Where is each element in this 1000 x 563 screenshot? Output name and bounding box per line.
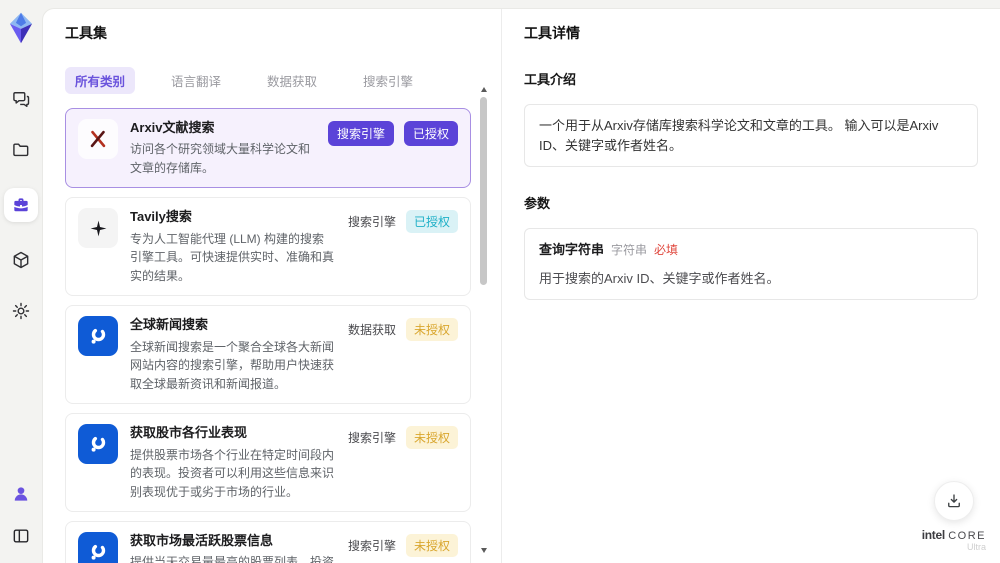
tool-desc: 全球新闻搜索是一个聚合全球各大新闻网站内容的搜索引擎，帮助用户快速获取全球最新资… (130, 339, 335, 391)
auth-badge: 未授权 (405, 534, 458, 558)
tavily-icon (78, 208, 118, 249)
tool-card[interactable]: 获取市场最活跃股票信息提供当天交易量最高的股票列表，投资者可以利用这些信息来识别… (65, 521, 471, 563)
detail-pane: 工具详情 工具介绍 一个用于从Arxiv存储库搜索科学论文和文章的工具。 输入可… (501, 9, 1000, 563)
auth-badge: 已授权 (405, 210, 458, 234)
auth-badge: 已授权 (403, 121, 458, 146)
page-title: 工具集 (65, 25, 107, 41)
floating-corner: intel CORE Ultra (921, 480, 986, 553)
sidebar-item-folder[interactable] (8, 137, 34, 163)
param-desc: 用于搜索的Arxiv ID、关键字或作者姓名。 (539, 270, 780, 286)
tool-title: Arxiv文献搜索 (130, 120, 215, 135)
brand-sub-text: Ultra (966, 542, 986, 553)
news-app-icon (78, 532, 118, 563)
app-logo-icon (9, 12, 33, 44)
layout-panel-icon (11, 526, 31, 546)
brand-text: intel CORE (921, 527, 986, 542)
tool-desc: 提供当天交易量最高的股票列表，投资者可以利用这些信息来识别流动性强的股票和潜在的… (130, 555, 335, 563)
sidebar-item-gear[interactable] (8, 298, 34, 324)
param-type: 字符串 (611, 243, 648, 257)
tool-title: Tavily搜索 (130, 209, 192, 225)
download-button[interactable] (933, 480, 974, 521)
app-root: 工具集 所有类别 语言翻译 数据获取 搜索引擎 Arxiv文献搜索 访问各个研究领域大量… (0, 0, 1000, 563)
tool-desc: 提供股票市场各个行业在特定时间段内的表现。投资者可以利用这些信息来识别表现优于或… (130, 447, 335, 499)
sidebar-item-layout-panel[interactable] (8, 523, 34, 549)
tab-category[interactable]: 搜索引擎 (353, 67, 423, 94)
sidebar-item-chat[interactable] (8, 86, 34, 112)
news-app-icon (78, 424, 118, 465)
intro-heading: 工具介绍 (524, 72, 577, 87)
param-box: 查询字符串 字符串 必填 用于搜索的Arxiv ID、关键字或作者姓名。 (524, 228, 978, 300)
list-scrollbar[interactable] (479, 87, 489, 553)
tab-category[interactable]: 所有类别 (65, 67, 136, 94)
briefcase-icon (11, 195, 31, 215)
tool-desc: 专为人工智能代理 (LLM) 构建的搜索引擎工具。可快速提供实时、准确和真实的结… (130, 231, 335, 283)
tool-card[interactable]: Arxiv文献搜索访问各个研究领域大量科学论文和文章的存储库。 搜索引擎 已授权 (65, 108, 471, 189)
folder-icon (11, 140, 31, 160)
intro-box: 一个用于从Arxiv存储库搜索科学论文和文章的工具。 输入可以是Arxiv ID… (524, 104, 978, 167)
download-icon (947, 494, 960, 508)
app-logo[interactable] (3, 10, 39, 46)
category-tag: 数据获取 (347, 323, 396, 338)
tab-category[interactable]: 数据获取 (257, 67, 327, 94)
tool-title: 全球新闻搜索 (130, 317, 209, 333)
tool-card[interactable]: Tavily搜索专为人工智能代理 (LLM) 构建的搜索引擎工具。可快速提供实时… (65, 197, 471, 297)
category-tabs: 所有类别 语言翻译 数据获取 搜索引擎 (65, 67, 471, 94)
detail-title: 工具详情 (524, 25, 580, 41)
tab-category[interactable]: 语言翻译 (161, 67, 231, 94)
param-head: 查询字符串 字符串 必填 (539, 240, 963, 260)
scroll-up-arrow-icon[interactable] (481, 87, 487, 92)
tool-title: 获取股市各行业表现 (130, 425, 248, 441)
cube-icon (11, 250, 31, 270)
auth-badge: 未授权 (405, 426, 458, 450)
tool-card-list: Arxiv文献搜索 访问各个研究领域大量科学论文和文章的存储库。 搜索引擎 已授权 Ta… (65, 108, 471, 563)
sidebar-item-briefcase[interactable] (4, 188, 38, 222)
sidebar-item-cube[interactable] (8, 247, 34, 273)
sidebar (0, 0, 42, 563)
auth-badge: 未授权 (405, 318, 458, 342)
param-required-badge: 必填 (654, 243, 679, 257)
intel-core-logo: intel CORE Ultra (921, 527, 986, 553)
sidebar-item-user[interactable] (8, 481, 34, 507)
user-icon (11, 484, 31, 504)
category-tag: 搜索引擎 (347, 215, 396, 230)
category-tag: 搜索引擎 (327, 121, 394, 146)
param-name: 查询字符串 (539, 242, 605, 257)
tool-card[interactable]: 全球新闻搜索全球新闻搜索是一个聚合全球各大新闻网站内容的搜索引擎，帮助用户快速获… (65, 305, 471, 405)
category-tag: 搜索引擎 (347, 431, 396, 446)
sidebar-nav (4, 86, 38, 324)
main-panel: 工具集 所有类别 语言翻译 数据获取 搜索引擎 Arxiv文献搜索 访问各个研究领域大量… (42, 8, 1000, 563)
scroll-down-arrow-icon[interactable] (481, 548, 487, 553)
tool-card[interactable]: 获取股市各行业表现提供股票市场各个行业在特定时间段内的表现。投资者可以利用这些信… (65, 413, 471, 513)
category-tag: 搜索引擎 (347, 539, 396, 554)
chat-icon (11, 89, 31, 109)
tool-desc: 访问各个研究领域大量科学论文和文章的存储库。 (130, 142, 311, 175)
toolset-pane: 工具集 所有类别 语言翻译 数据获取 搜索引擎 Arxiv文献搜索 访问各个研究领域大量… (43, 9, 501, 563)
sidebar-bottom (8, 481, 34, 549)
gear-icon (11, 301, 31, 321)
news-app-icon (78, 316, 118, 357)
tool-title: 获取市场最活跃股票信息 (130, 533, 274, 549)
scrollbar-thumb[interactable] (480, 97, 487, 285)
arxiv-icon (78, 119, 118, 159)
params-heading: 参数 (524, 196, 551, 211)
